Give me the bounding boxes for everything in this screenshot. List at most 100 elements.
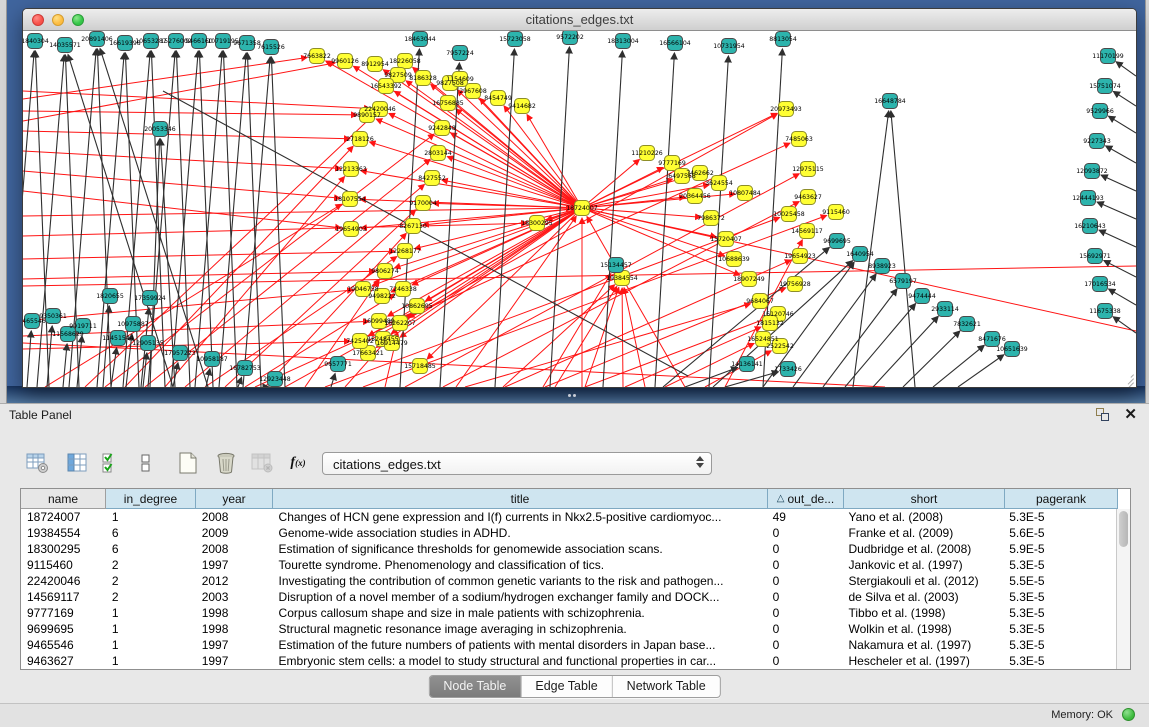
network-node[interactable] xyxy=(416,196,431,211)
table-row[interactable]: 969969511998Structural magnetic resonanc… xyxy=(21,621,1116,637)
network-node[interactable] xyxy=(801,162,816,177)
network-node[interactable] xyxy=(875,259,890,274)
network-node[interactable] xyxy=(960,317,975,332)
network-edge[interactable] xyxy=(23,266,1136,286)
network-node[interactable] xyxy=(508,32,523,47)
network-node[interactable] xyxy=(640,146,655,161)
network-canvas[interactable]: 1840304140355712089140616619398106532871… xyxy=(23,31,1136,387)
network-edge[interactable] xyxy=(622,288,623,387)
column-header-title[interactable]: title xyxy=(273,489,768,509)
network-window-titlebar[interactable]: citations_edges.txt xyxy=(23,9,1136,31)
network-edge[interactable] xyxy=(243,57,270,387)
network-node[interactable] xyxy=(372,314,387,329)
network-edge[interactable] xyxy=(23,151,341,168)
network-node[interactable] xyxy=(453,46,468,61)
network-edge[interactable] xyxy=(238,377,242,387)
network-edge[interactable] xyxy=(873,316,938,387)
table-scrollbar[interactable] xyxy=(1116,509,1130,669)
new-table-icon[interactable] xyxy=(174,450,202,476)
network-node[interactable] xyxy=(1088,249,1103,264)
network-node[interactable] xyxy=(693,166,708,181)
network-edge[interactable] xyxy=(845,304,916,387)
network-node[interactable] xyxy=(331,357,346,372)
network-node[interactable] xyxy=(883,94,898,109)
network-edge[interactable] xyxy=(331,374,335,387)
network-node[interactable] xyxy=(153,122,168,137)
network-node[interactable] xyxy=(61,327,76,342)
network-node[interactable] xyxy=(853,247,868,262)
network-node[interactable] xyxy=(1098,79,1113,94)
network-node[interactable] xyxy=(575,201,590,216)
network-edge[interactable] xyxy=(624,288,645,387)
tab-edge-table[interactable]: Edge Table xyxy=(520,676,611,697)
column-header-name[interactable]: name xyxy=(21,489,106,509)
select-all-icon[interactable] xyxy=(98,450,126,476)
network-node[interactable] xyxy=(353,132,368,147)
network-edge[interactable] xyxy=(35,51,49,387)
tab-node-table[interactable]: Node Table xyxy=(429,676,520,697)
network-edge[interactable] xyxy=(1109,116,1136,133)
network-node[interactable] xyxy=(378,264,393,279)
network-node[interactable] xyxy=(1090,134,1105,149)
network-node[interactable] xyxy=(896,274,911,289)
network-node[interactable] xyxy=(800,224,815,239)
network-node[interactable] xyxy=(985,332,1000,347)
network-edge[interactable] xyxy=(415,208,582,249)
network-node[interactable] xyxy=(515,99,530,114)
network-node[interactable] xyxy=(368,57,383,72)
network-edge[interactable] xyxy=(587,217,685,387)
network-edge[interactable] xyxy=(1113,91,1136,106)
network-node[interactable] xyxy=(719,232,734,247)
network-node[interactable] xyxy=(782,207,797,222)
network-node[interactable] xyxy=(704,211,719,226)
network-edge[interactable] xyxy=(219,53,246,387)
network-edge[interactable] xyxy=(1104,261,1136,277)
network-node[interactable] xyxy=(688,189,703,204)
network-node[interactable] xyxy=(425,171,440,186)
delete-table-icon[interactable] xyxy=(212,450,240,476)
network-node[interactable] xyxy=(338,54,353,69)
network-node[interactable] xyxy=(28,34,43,49)
select-columns-icon[interactable] xyxy=(64,450,92,476)
table-selector-dropdown[interactable]: citations_edges.txt xyxy=(322,452,712,475)
network-node[interactable] xyxy=(413,32,428,47)
network-node[interactable] xyxy=(238,361,253,376)
network-node[interactable] xyxy=(1093,277,1108,292)
network-edge[interactable] xyxy=(111,348,117,387)
network-edge[interactable] xyxy=(1101,175,1136,191)
network-edge[interactable] xyxy=(705,351,771,387)
panel-splitter-handle[interactable] xyxy=(568,394,582,400)
network-edge[interactable] xyxy=(545,288,786,387)
column-header-pagerank[interactable]: pagerank xyxy=(1005,489,1118,509)
network-edge[interactable] xyxy=(23,271,375,279)
network-node[interactable] xyxy=(712,176,727,191)
network-node[interactable] xyxy=(310,49,325,64)
network-edge[interactable] xyxy=(655,53,674,387)
network-node[interactable] xyxy=(740,357,755,372)
network-node[interactable] xyxy=(410,299,425,314)
network-node[interactable] xyxy=(938,302,953,317)
delete-column-icon[interactable] xyxy=(248,450,276,476)
network-node[interactable] xyxy=(46,309,61,324)
network-edge[interactable] xyxy=(97,49,111,387)
network-edge[interactable] xyxy=(933,345,984,387)
network-node[interactable] xyxy=(1101,49,1116,64)
network-edge[interactable] xyxy=(171,51,198,387)
network-node[interactable] xyxy=(144,34,159,49)
network-edge[interactable] xyxy=(63,344,67,387)
network-edge[interactable] xyxy=(23,208,572,216)
close-panel-icon[interactable]: ✕ xyxy=(1124,406,1137,424)
network-node[interactable] xyxy=(396,282,411,297)
network-node[interactable] xyxy=(781,362,796,377)
network-node[interactable] xyxy=(398,54,413,69)
network-node[interactable] xyxy=(830,234,845,249)
network-node[interactable] xyxy=(722,39,737,54)
network-node[interactable] xyxy=(416,71,431,86)
network-node[interactable] xyxy=(1093,104,1108,119)
network-node[interactable] xyxy=(268,372,283,387)
table-row[interactable]: 977716911998Corpus callosum shape and si… xyxy=(21,605,1116,621)
tab-network-table[interactable]: Network Table xyxy=(612,676,720,697)
column-header-in_degree[interactable]: in_degree xyxy=(106,489,196,509)
network-node[interactable] xyxy=(393,316,408,331)
table-row[interactable]: 1872400712008Changes of HCN gene express… xyxy=(21,509,1116,525)
